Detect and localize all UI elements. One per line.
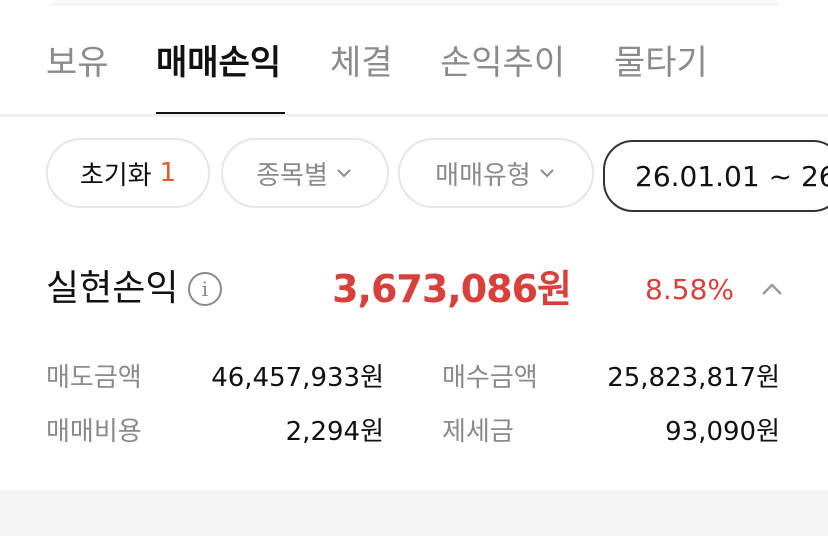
section-divider-band <box>0 490 828 536</box>
trade-cost-value: 2,294원 <box>285 417 384 447</box>
buy-amount-label: 매수금액 <box>442 363 538 393</box>
reset-filter-chip[interactable]: 초기화 1 <box>46 138 210 208</box>
active-filter-count: 1 <box>159 158 177 188</box>
by-stock-label: 종목별 <box>256 160 328 191</box>
tab-label: 물타기 <box>614 43 708 83</box>
tab-trade-pnl[interactable]: 매매손익 <box>156 36 286 116</box>
date-range-picker[interactable]: 26.01.01 ~ 26 <box>603 140 828 212</box>
realized-pnl-rate: 8.58% <box>645 273 734 306</box>
top-card-edge <box>50 0 778 5</box>
date-range-text: 26.01.01 ~ 26 <box>635 159 828 193</box>
tab-averaging-down[interactable]: 물타기 <box>614 36 708 116</box>
chevron-up-icon[interactable] <box>758 276 786 304</box>
tab-label: 보유 <box>46 43 109 83</box>
tab-label: 매매손익 <box>156 43 282 83</box>
chevron-down-icon <box>540 169 554 178</box>
tab-label: 체결 <box>330 43 393 83</box>
tab-bar: 보유 매매손익 체결 손익추이 물타기 <box>0 36 828 118</box>
realized-pnl-summary: 실현손익 i 3,673,086원 8.58% <box>46 262 806 322</box>
by-stock-dropdown[interactable]: 종목별 <box>221 138 389 208</box>
tab-label: 손익추이 <box>440 43 566 83</box>
tab-holdings[interactable]: 보유 <box>46 36 109 116</box>
buy-amount-row: 매수금액 25,823,817원 <box>442 358 780 398</box>
info-icon[interactable]: i <box>188 272 222 306</box>
tab-divider <box>0 114 828 117</box>
tab-executions[interactable]: 체결 <box>330 36 393 116</box>
trade-type-dropdown[interactable]: 매매유형 <box>398 138 594 208</box>
filter-bar: 초기화 1 종목별 매매유형 26.01.01 ~ 26 <box>0 138 828 216</box>
trade-type-label: 매매유형 <box>435 160 531 191</box>
tax-label: 제세금 <box>442 417 514 447</box>
buy-amount-value: 25,823,817원 <box>607 363 780 393</box>
sell-amount-value: 46,457,933원 <box>211 363 384 393</box>
tab-pnl-trend[interactable]: 손익추이 <box>440 36 565 116</box>
trade-cost-row: 매매비용 2,294원 <box>46 412 384 452</box>
reset-label: 초기화 <box>79 160 152 191</box>
tax-row: 제세금 93,090원 <box>442 412 780 452</box>
sell-amount-label: 매도금액 <box>46 363 142 393</box>
realized-pnl-label: 실현손익 <box>46 268 179 309</box>
sell-amount-row: 매도금액 46,457,933원 <box>46 358 384 398</box>
tax-value: 93,090원 <box>665 417 780 447</box>
trade-cost-label: 매매비용 <box>46 417 142 447</box>
chevron-down-icon <box>337 169 351 178</box>
realized-pnl-amount: 3,673,086원 <box>332 267 572 311</box>
